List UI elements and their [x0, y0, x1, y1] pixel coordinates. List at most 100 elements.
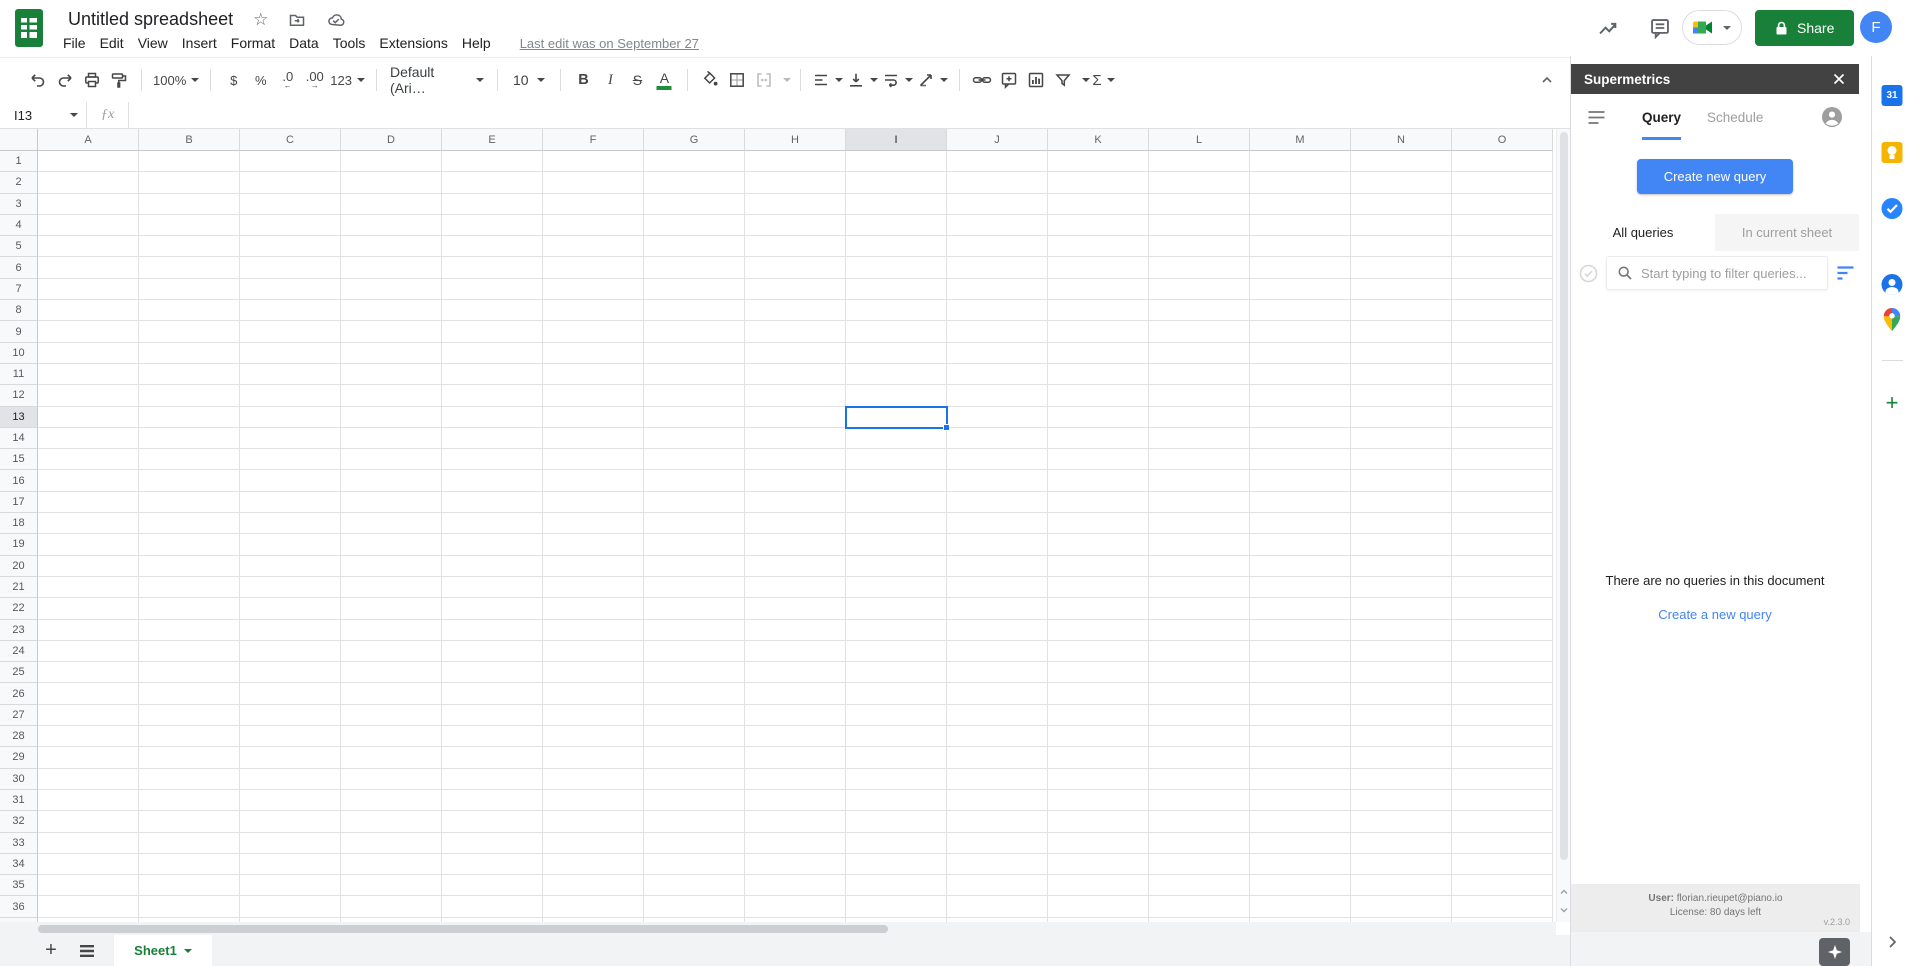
scroll-down-icon[interactable] — [1557, 905, 1571, 915]
cell-C33[interactable] — [240, 833, 341, 854]
cell-M21[interactable] — [1250, 577, 1351, 598]
cell-C14[interactable] — [240, 428, 341, 449]
cell-F30[interactable] — [543, 769, 644, 790]
cell-A15[interactable] — [38, 449, 139, 470]
cell-B11[interactable] — [139, 364, 240, 385]
cell-M6[interactable] — [1250, 257, 1351, 278]
cell-L14[interactable] — [1149, 428, 1250, 449]
cell-G23[interactable] — [644, 620, 745, 641]
cell-E19[interactable] — [442, 534, 543, 555]
cell-A9[interactable] — [38, 321, 139, 342]
cell-A13[interactable] — [38, 407, 139, 428]
create-a-new-query-link[interactable]: Create a new query — [1658, 607, 1771, 622]
cell-L16[interactable] — [1149, 470, 1250, 491]
cell-G26[interactable] — [644, 683, 745, 704]
cell-C24[interactable] — [240, 641, 341, 662]
cell-H19[interactable] — [745, 534, 846, 555]
more-formats-button[interactable]: 123 — [328, 66, 367, 94]
cell-L28[interactable] — [1149, 726, 1250, 747]
cell-D34[interactable] — [341, 854, 442, 875]
cell-A10[interactable] — [38, 343, 139, 364]
cell-K5[interactable] — [1048, 236, 1149, 257]
cell-F12[interactable] — [543, 385, 644, 406]
row-header-24[interactable]: 24 — [0, 641, 38, 662]
cell-L7[interactable] — [1149, 279, 1250, 300]
cell-H25[interactable] — [745, 662, 846, 683]
cell-L33[interactable] — [1149, 833, 1250, 854]
cell-A27[interactable] — [38, 705, 139, 726]
cell-I19[interactable] — [846, 534, 947, 555]
cell-F32[interactable] — [543, 811, 644, 832]
cell-E6[interactable] — [442, 257, 543, 278]
cell-N5[interactable] — [1351, 236, 1452, 257]
cell-A6[interactable] — [38, 257, 139, 278]
cell-L8[interactable] — [1149, 300, 1250, 321]
cell-K18[interactable] — [1048, 513, 1149, 534]
cell-G13[interactable] — [644, 407, 745, 428]
cell-M10[interactable] — [1250, 343, 1351, 364]
cell-O9[interactable] — [1452, 321, 1553, 342]
cell-D7[interactable] — [341, 279, 442, 300]
sheets-logo-icon[interactable] — [15, 9, 43, 47]
cell-B36[interactable] — [139, 896, 240, 917]
row-header-13[interactable]: 13 — [0, 407, 38, 428]
cell-I23[interactable] — [846, 620, 947, 641]
cell-J9[interactable] — [947, 321, 1048, 342]
cell-O2[interactable] — [1452, 172, 1553, 193]
cell-F25[interactable] — [543, 662, 644, 683]
cell-C27[interactable] — [240, 705, 341, 726]
cell-G8[interactable] — [644, 300, 745, 321]
cell-J16[interactable] — [947, 470, 1048, 491]
cell-F9[interactable] — [543, 321, 644, 342]
insert-comment-button[interactable] — [996, 66, 1023, 94]
cell-F34[interactable] — [543, 854, 644, 875]
strikethrough-button[interactable]: S — [624, 66, 651, 94]
cell-O6[interactable] — [1452, 257, 1553, 278]
cell-K25[interactable] — [1048, 662, 1149, 683]
cell-O8[interactable] — [1452, 300, 1553, 321]
cell-D9[interactable] — [341, 321, 442, 342]
row-header-23[interactable]: 23 — [0, 620, 38, 641]
cell-D14[interactable] — [341, 428, 442, 449]
cell-K20[interactable] — [1048, 556, 1149, 577]
cell-M30[interactable] — [1250, 769, 1351, 790]
row-header-1[interactable]: 1 — [0, 151, 38, 172]
cell-C17[interactable] — [240, 492, 341, 513]
cell-L25[interactable] — [1149, 662, 1250, 683]
row-header-35[interactable]: 35 — [0, 875, 38, 896]
cell-C29[interactable] — [240, 747, 341, 768]
cell-D22[interactable] — [341, 598, 442, 619]
cell-N20[interactable] — [1351, 556, 1452, 577]
cell-J18[interactable] — [947, 513, 1048, 534]
cell-K7[interactable] — [1048, 279, 1149, 300]
cell-G19[interactable] — [644, 534, 745, 555]
cell-O4[interactable] — [1452, 215, 1553, 236]
cell-G15[interactable] — [644, 449, 745, 470]
cell-A1[interactable] — [38, 151, 139, 172]
cell-I2[interactable] — [846, 172, 947, 193]
cell-G16[interactable] — [644, 470, 745, 491]
cell-O10[interactable] — [1452, 343, 1553, 364]
cell-C31[interactable] — [240, 790, 341, 811]
cell-N31[interactable] — [1351, 790, 1452, 811]
cell-C23[interactable] — [240, 620, 341, 641]
cloud-saved-icon[interactable] — [326, 11, 346, 29]
cell-K22[interactable] — [1048, 598, 1149, 619]
cell-O19[interactable] — [1452, 534, 1553, 555]
cell-N4[interactable] — [1351, 215, 1452, 236]
cell-I4[interactable] — [846, 215, 947, 236]
cell-I29[interactable] — [846, 747, 947, 768]
italic-button[interactable]: I — [597, 66, 624, 94]
cell-F13[interactable] — [543, 407, 644, 428]
menu-item-extensions[interactable]: Extensions — [372, 33, 454, 53]
menu-icon[interactable] — [1587, 110, 1606, 125]
query-search-box[interactable] — [1606, 256, 1828, 290]
cell-F29[interactable] — [543, 747, 644, 768]
cell-K11[interactable] — [1048, 364, 1149, 385]
cell-K12[interactable] — [1048, 385, 1149, 406]
name-box[interactable]: I13 — [0, 102, 86, 128]
cell-I6[interactable] — [846, 257, 947, 278]
cell-F16[interactable] — [543, 470, 644, 491]
cell-I28[interactable] — [846, 726, 947, 747]
cell-H14[interactable] — [745, 428, 846, 449]
